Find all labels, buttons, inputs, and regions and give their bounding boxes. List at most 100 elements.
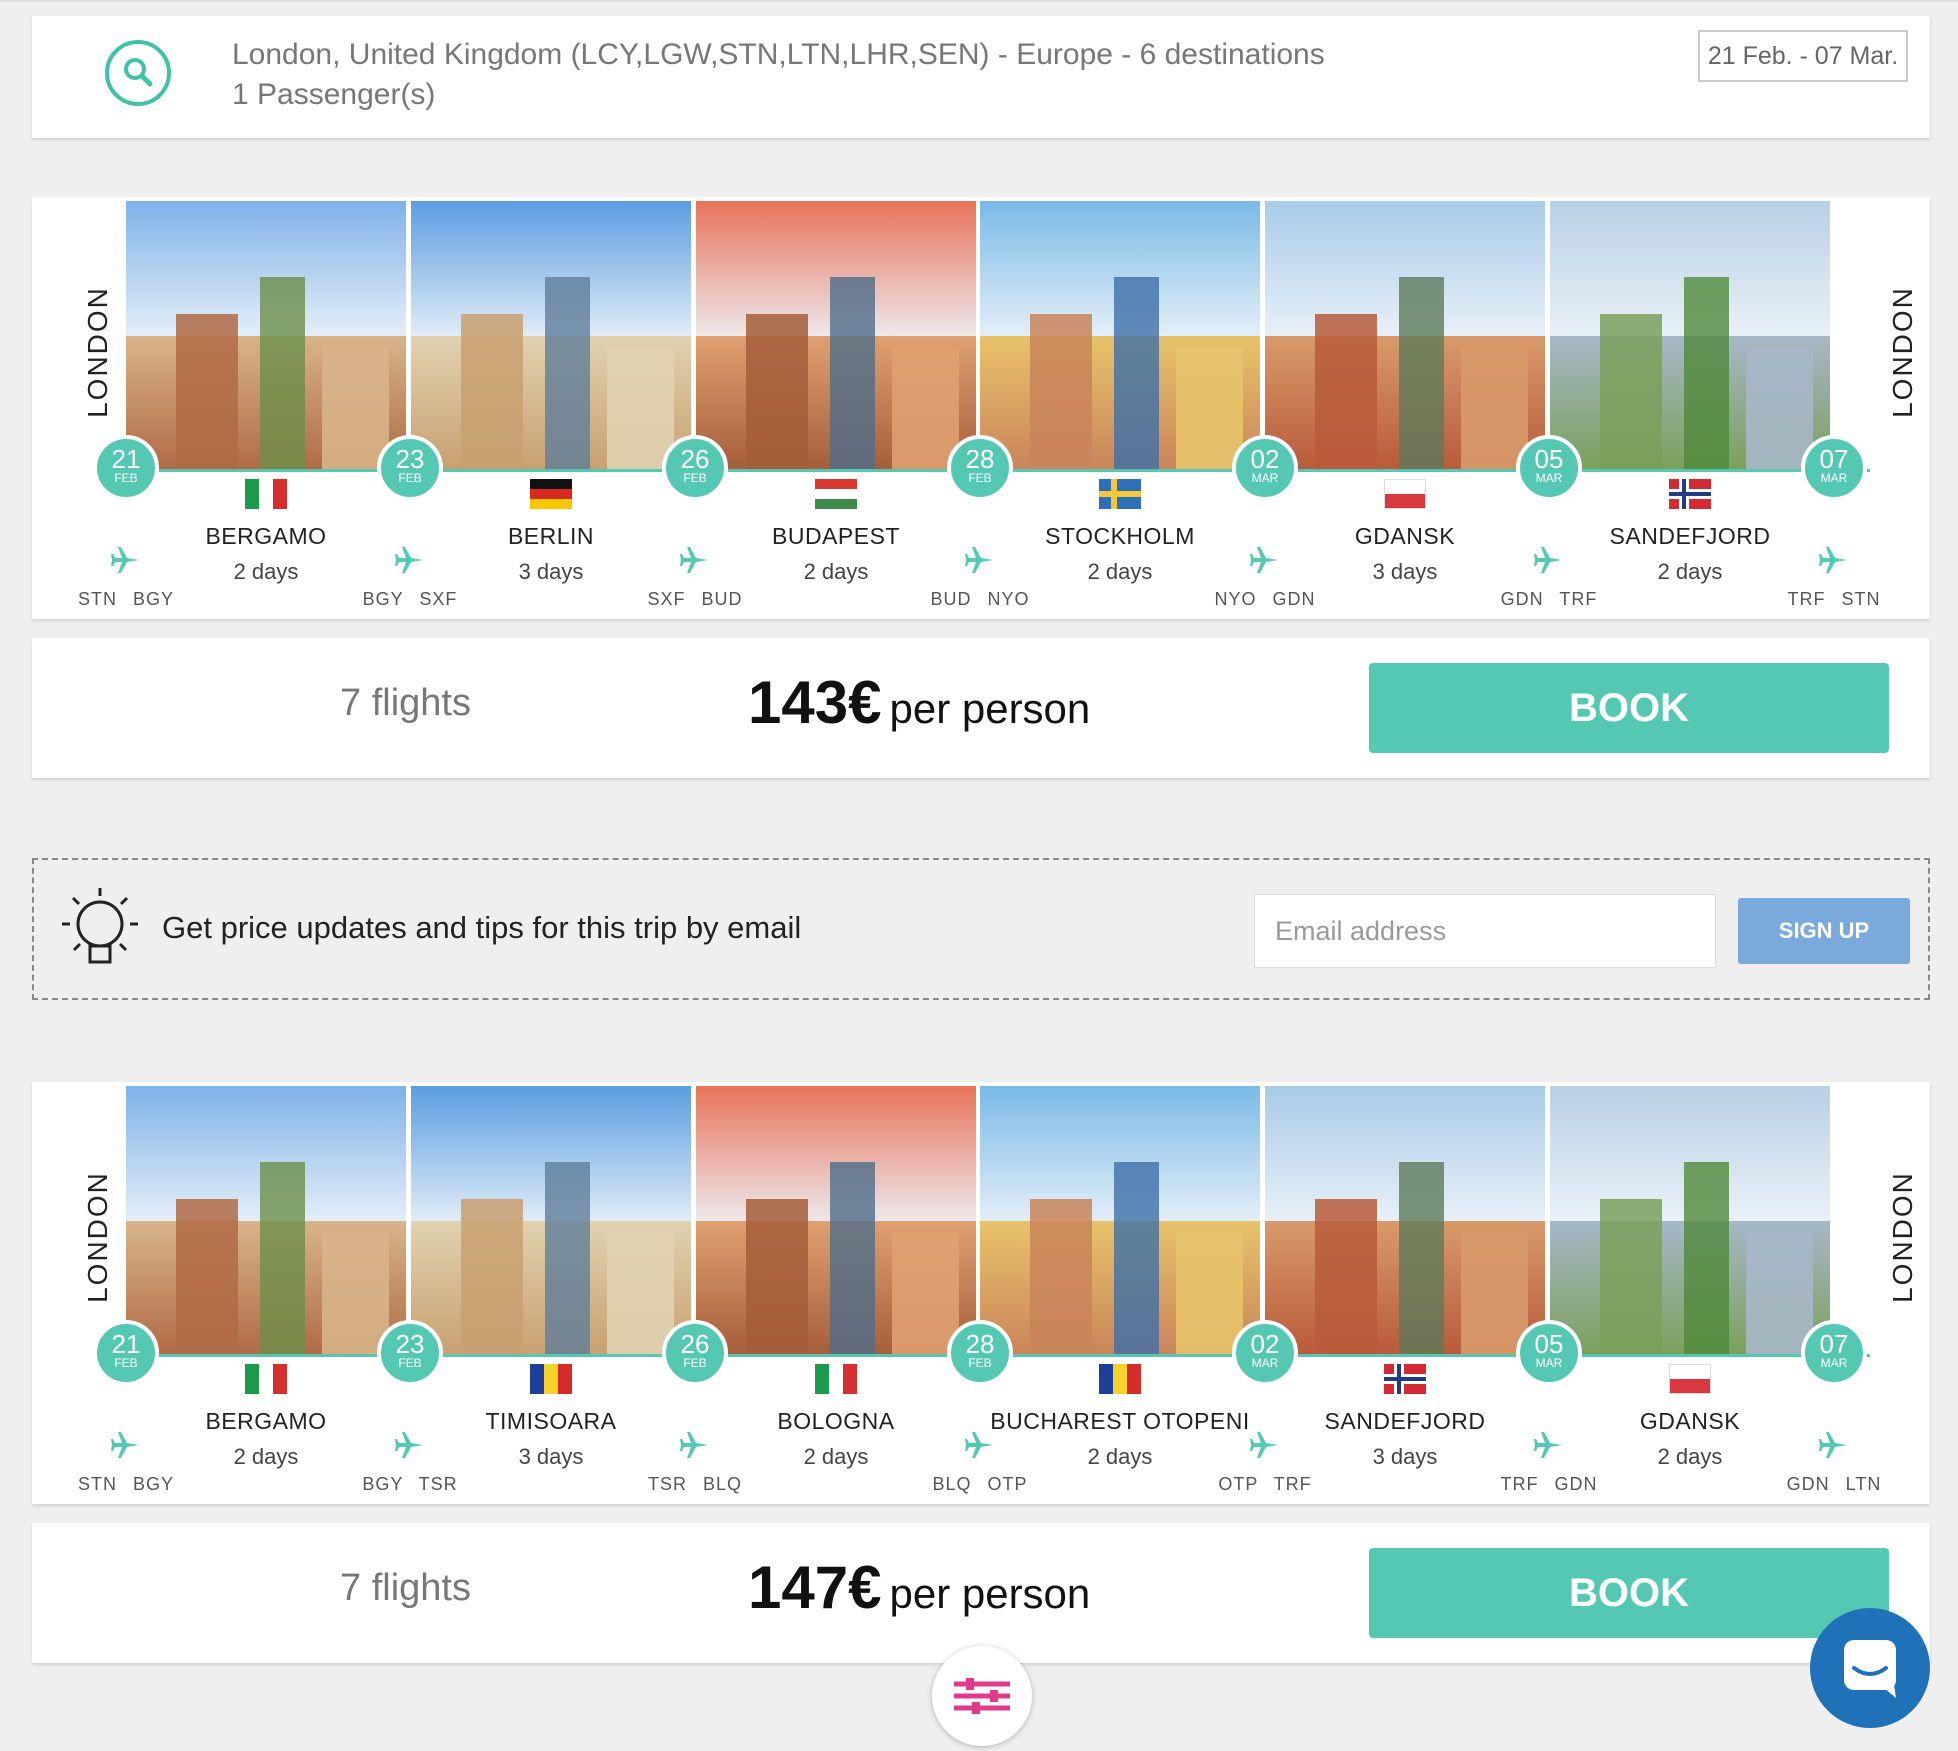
date-day: 21 bbox=[111, 444, 141, 474]
city-label-text: LONDON bbox=[82, 286, 113, 418]
date-month: MAR bbox=[1535, 471, 1563, 485]
price-label: 147€ per person bbox=[748, 1553, 1090, 1622]
flight-leg-codes[interactable]: TSR BLQ bbox=[630, 1474, 760, 1495]
top-divider bbox=[0, 0, 1958, 2]
italy-flag bbox=[245, 479, 287, 509]
flights-count: 7 flights bbox=[340, 682, 471, 724]
city-photo[interactable] bbox=[696, 1086, 976, 1356]
stay-duration: 3 days bbox=[518, 559, 584, 584]
date-badge: 02 MAR bbox=[1232, 435, 1298, 501]
price-unit: per person bbox=[889, 1570, 1091, 1617]
flight-leg-codes[interactable]: BLQ OTP bbox=[915, 1474, 1045, 1495]
sliders-icon bbox=[954, 1678, 1010, 1714]
flight-leg-codes[interactable]: OTP TRF bbox=[1200, 1474, 1330, 1495]
flight-leg-codes[interactable]: GDN TRF bbox=[1484, 589, 1614, 610]
flight-leg-codes[interactable]: GDN LTN bbox=[1769, 1474, 1899, 1495]
date-month: FEB bbox=[114, 1356, 138, 1370]
return-city-label: LONDON bbox=[1883, 1162, 1923, 1312]
date-day: 23 bbox=[395, 444, 425, 474]
flight-leg-codes[interactable]: BGY TSR bbox=[345, 1474, 475, 1495]
book-button[interactable]: BOOK bbox=[1369, 663, 1889, 753]
flight-leg-codes[interactable]: BGY SXF bbox=[345, 589, 475, 610]
chat-button[interactable] bbox=[1810, 1608, 1930, 1728]
city-photo[interactable] bbox=[1550, 1086, 1830, 1356]
city-photo[interactable] bbox=[1265, 1086, 1545, 1356]
date-badge: 23 FEB bbox=[377, 1320, 443, 1386]
stay-duration: 3 days bbox=[518, 1444, 584, 1469]
trip-price-card: 7 flights 147€ per person BOOK bbox=[32, 1523, 1930, 1663]
date-badge: 07 MAR bbox=[1801, 435, 1867, 501]
flight-leg-codes[interactable]: STN BGY bbox=[61, 589, 191, 610]
stay-duration: 3 days bbox=[1372, 559, 1438, 584]
date-month: MAR bbox=[1251, 471, 1279, 485]
date-month: MAR bbox=[1820, 471, 1848, 485]
city-photo[interactable] bbox=[126, 201, 406, 471]
city-photo[interactable] bbox=[1550, 201, 1830, 471]
city-photo[interactable] bbox=[980, 1086, 1260, 1356]
city-photo[interactable] bbox=[411, 201, 691, 471]
date-range-button[interactable]: 21 Feb. - 07 Mar. bbox=[1698, 30, 1908, 82]
flight-leg-codes[interactable]: TRF STN bbox=[1769, 589, 1899, 610]
city-name: BERGAMO bbox=[205, 1408, 327, 1434]
trip-price-card: 7 flights 143€ per person BOOK bbox=[32, 638, 1930, 778]
city-photo[interactable] bbox=[126, 1086, 406, 1356]
norway-flag bbox=[1669, 479, 1711, 509]
stay-duration: 2 days bbox=[803, 559, 869, 584]
return-city-label: LONDON bbox=[1883, 277, 1923, 427]
hungary-flag bbox=[815, 479, 857, 509]
flight-leg-codes[interactable]: SXF BUD bbox=[630, 589, 760, 610]
email-input[interactable]: Email address bbox=[1254, 894, 1716, 968]
flight-leg-codes[interactable]: NYO GDN bbox=[1200, 589, 1330, 610]
city-name: BERLIN bbox=[507, 523, 595, 549]
date-month: MAR bbox=[1820, 1356, 1848, 1370]
city-name: GDANSK bbox=[1639, 1408, 1741, 1434]
flight-leg-codes[interactable]: TRF GDN bbox=[1484, 1474, 1614, 1495]
date-month: FEB bbox=[398, 1356, 422, 1370]
date-month: FEB bbox=[114, 471, 138, 485]
date-badge: 05 MAR bbox=[1516, 435, 1582, 501]
plane-icon bbox=[1250, 1430, 1280, 1460]
plane-icon bbox=[395, 1430, 425, 1460]
passenger-count: 1 Passenger(s) bbox=[232, 78, 436, 111]
flight-leg-codes[interactable]: BUD NYO bbox=[915, 589, 1045, 610]
date-day: 02 bbox=[1250, 444, 1280, 474]
stay-duration: 2 days bbox=[1087, 1444, 1153, 1469]
stay-duration: 2 days bbox=[1087, 559, 1153, 584]
city-photo[interactable] bbox=[980, 201, 1260, 471]
date-month: FEB bbox=[968, 471, 992, 485]
filter-button[interactable] bbox=[932, 1646, 1032, 1746]
romania-flag bbox=[1099, 1364, 1141, 1394]
plane-icon bbox=[111, 545, 141, 575]
date-badge: 07 MAR bbox=[1801, 1320, 1867, 1386]
plane-icon bbox=[680, 1430, 710, 1460]
trip-itinerary-card[interactable]: LONDON LONDON 21 FEB 23 FEB 26 FEB 28 FEB 02 MAR 05 M… bbox=[32, 197, 1930, 619]
city-name: STOCKHOLM bbox=[1045, 523, 1195, 549]
city-photo[interactable] bbox=[1265, 201, 1545, 471]
stay-duration: 2 days bbox=[1657, 1444, 1723, 1469]
date-day: 26 bbox=[680, 444, 710, 474]
date-day: 05 bbox=[1534, 1329, 1564, 1359]
price-amount: 143€ bbox=[748, 669, 882, 736]
signup-button[interactable]: SIGN UP bbox=[1738, 898, 1910, 964]
date-badge: 05 MAR bbox=[1516, 1320, 1582, 1386]
chat-icon bbox=[1844, 1640, 1896, 1698]
trip-itinerary-card[interactable]: LONDON LONDON 21 FEB 23 FEB 26 FEB 28 FEB 02 MAR 05 M… bbox=[32, 1082, 1930, 1504]
city-label-text: LONDON bbox=[1887, 286, 1918, 418]
date-month: FEB bbox=[398, 471, 422, 485]
date-day: 23 bbox=[395, 1329, 425, 1359]
date-day: 28 bbox=[965, 444, 995, 474]
date-badge: 02 MAR bbox=[1232, 1320, 1298, 1386]
plane-icon bbox=[965, 545, 995, 575]
search-summary-card[interactable]: London, United Kingdom (LCY,LGW,STN,LTN,… bbox=[32, 16, 1930, 138]
date-month: MAR bbox=[1535, 1356, 1563, 1370]
plane-icon bbox=[680, 545, 710, 575]
price-unit: per person bbox=[889, 685, 1091, 732]
flight-leg-codes[interactable]: STN BGY bbox=[61, 1474, 191, 1495]
price-label: 143€ per person bbox=[748, 668, 1090, 737]
plane-icon bbox=[1534, 1430, 1564, 1460]
city-photo[interactable] bbox=[411, 1086, 691, 1356]
city-name: BUDAPEST bbox=[772, 523, 900, 549]
search-icon[interactable] bbox=[105, 40, 171, 106]
city-photo[interactable] bbox=[696, 201, 976, 471]
plane-icon bbox=[395, 545, 425, 575]
